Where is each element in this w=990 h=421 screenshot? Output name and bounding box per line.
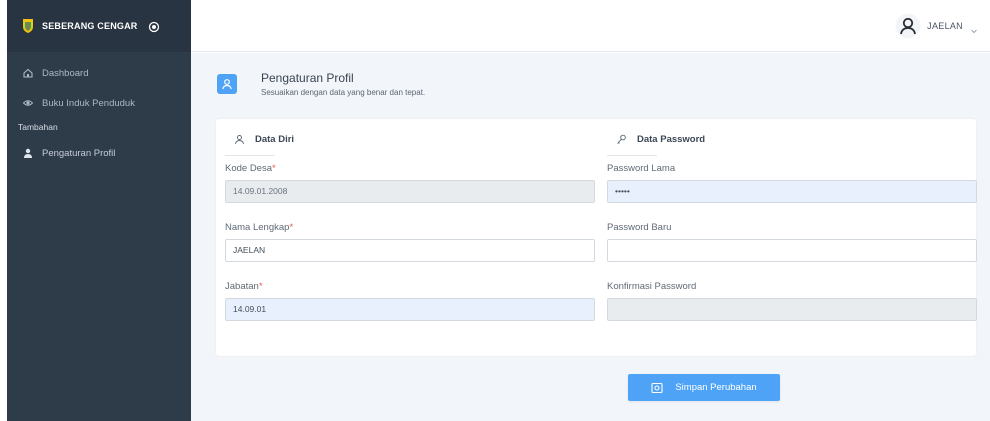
user-outline-icon [895, 13, 921, 39]
password-lama-field: Password Lama ••••• [607, 163, 977, 203]
konfirmasi-password-label: Konfirmasi Password [607, 281, 697, 292]
nama-lengkap-field: Nama Lengkap* JAELAN [225, 222, 595, 262]
jabatan-field: Jabatan* 14.09.01 [225, 281, 595, 321]
shield-logo-icon [22, 18, 34, 34]
data-diri-heading: Data Diri [225, 119, 595, 159]
sidebar-item-pengaturan-profil[interactable]: Pengaturan Profil [7, 138, 191, 168]
save-icon [651, 382, 663, 394]
sidebar-item-label: Buku Induk Penduduk [42, 97, 135, 109]
toggle-circle-icon[interactable] [148, 20, 160, 33]
sidebar-section-header: Tambahan [18, 122, 58, 132]
required-mark: * [289, 222, 294, 233]
data-password-heading: Data Password [607, 119, 977, 159]
user-outline-icon [234, 134, 245, 145]
required-mark: * [258, 281, 263, 292]
password-baru-field: Password Baru [607, 222, 977, 262]
user-icon [23, 148, 33, 158]
page-subtitle: Sesuaikan dengan data yang benar dan tep… [261, 88, 426, 97]
sidebar-item-label: Pengaturan Profil [42, 147, 116, 159]
password-baru-input[interactable] [607, 239, 977, 262]
home-icon [23, 68, 33, 78]
sidebar-item-dashboard[interactable]: Dashboard [7, 58, 191, 88]
sidebar-menu: Dashboard Buku Induk Penduduk Tambahan P… [7, 52, 191, 168]
kode-desa-input: 14.09.01.2008 [225, 180, 595, 203]
sidebar: SEBERANG CENGAR Dashboard Buku Induk Pen… [7, 0, 191, 421]
topbar: JAELAN [191, 0, 990, 52]
konfirmasi-password-field: Konfirmasi Password [607, 281, 977, 321]
chevron-down-icon [970, 22, 978, 34]
jabatan-input[interactable]: 14.09.01 [225, 298, 595, 321]
password-lama-label: Password Lama [607, 163, 676, 174]
sidebar-item-buku-induk[interactable]: Buku Induk Penduduk [7, 88, 191, 118]
user-name: JAELAN [927, 21, 963, 31]
brand-name: SEBERANG CENGAR [42, 21, 138, 31]
save-button-label: Simpan Perubahan [675, 382, 757, 393]
user-icon [217, 74, 237, 94]
nama-lengkap-label: Nama Lengkap* [225, 222, 294, 233]
eye-icon [22, 98, 34, 108]
konfirmasi-password-input[interactable] [607, 298, 977, 321]
key-icon [616, 134, 627, 145]
data-diri-column: Data Diri Kode Desa* 14.09.01.2008 Nama … [225, 119, 595, 321]
user-menu[interactable]: JAELAN [895, 13, 978, 39]
kode-desa-label: Kode Desa* [225, 163, 276, 174]
page-title: Pengaturan Profil [261, 71, 354, 85]
nama-lengkap-input[interactable]: JAELAN [225, 239, 595, 262]
required-mark: * [272, 163, 276, 174]
data-password-column: Data Password Password Lama ••••• Passwo… [607, 119, 977, 321]
sidebar-item-label: Dashboard [42, 67, 89, 79]
jabatan-label: Jabatan* [225, 281, 263, 292]
section-title: Data Diri [255, 133, 295, 145]
save-button[interactable]: Simpan Perubahan [628, 374, 780, 401]
kode-desa-field: Kode Desa* 14.09.01.2008 [225, 163, 595, 203]
brand[interactable]: SEBERANG CENGAR [7, 0, 191, 52]
password-lama-input[interactable]: ••••• [607, 180, 977, 203]
page-header: Pengaturan Profil Sesuaikan dengan data … [217, 69, 425, 97]
password-baru-label: Password Baru [607, 222, 672, 233]
main-content: Pengaturan Profil Sesuaikan dengan data … [191, 53, 990, 421]
section-title: Data Password [637, 133, 706, 145]
profile-card: Data Diri Kode Desa* 14.09.01.2008 Nama … [216, 119, 977, 356]
